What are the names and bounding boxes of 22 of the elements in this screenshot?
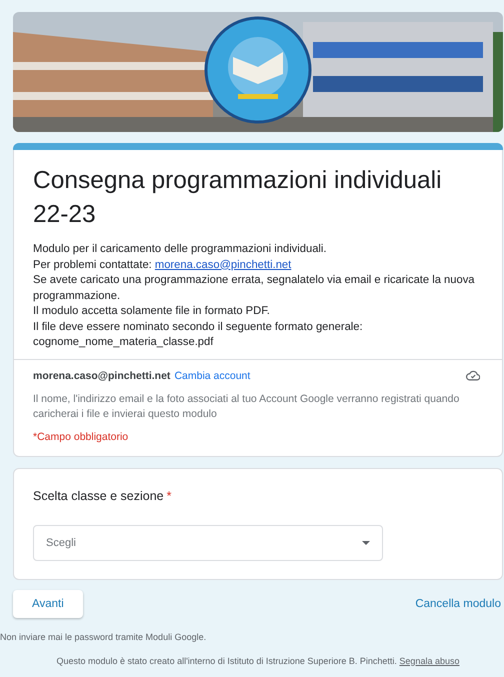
clear-form-link[interactable]: Cancella modulo (415, 598, 501, 610)
next-button[interactable]: Avanti (13, 590, 83, 618)
required-mark: * (166, 488, 172, 502)
email-link[interactable]: morena.caso@pinchetti.net (154, 258, 292, 270)
class-dropdown[interactable]: Scegli (33, 524, 383, 560)
question-label: Scelta classe e sezione (33, 488, 164, 502)
switch-account-link[interactable]: Cambia account (174, 370, 250, 382)
account-email: morena.caso@pinchetti.net (33, 370, 170, 382)
report-abuse-link[interactable]: Segnala abuso (399, 656, 460, 666)
form-title: Consegna programmazioni individuali 22-23 (33, 166, 443, 230)
description-text: cognome_nome_materia_classe.pdf (33, 335, 214, 350)
account-notice: Il nome, l'indirizzo email e la foto associati al tuo Account Google verranno registrati quando caricherai i file e invierai questo modulo (33, 392, 460, 422)
description-text: Il file deve essere nominato secondo il seguente formato generale: (33, 320, 364, 334)
dropdown-caret-icon (362, 540, 370, 544)
password-warning: Non inviare mai le password tramite Moduli Google. (0, 632, 208, 642)
form-credit: Questo modulo è stato creato all'interno di Istituto di Istruzione Superiore B. Pinchetti. (56, 656, 397, 666)
description-text: Per problemi contattate: morena.caso@pinchetti.net (33, 258, 292, 272)
description-text: Modulo per il caricamento delle programmazioni individuali. (33, 242, 328, 257)
description-text: Il modulo accetta solamente file in formato PDF. (33, 304, 271, 319)
required-note: *Campo obbligatorio (33, 430, 130, 442)
description-text: Se avete caricato una programmazione errata, segnalatelo via email e ricaricate la nuova programmazione. (33, 273, 476, 304)
cloud-check-icon (466, 370, 480, 381)
